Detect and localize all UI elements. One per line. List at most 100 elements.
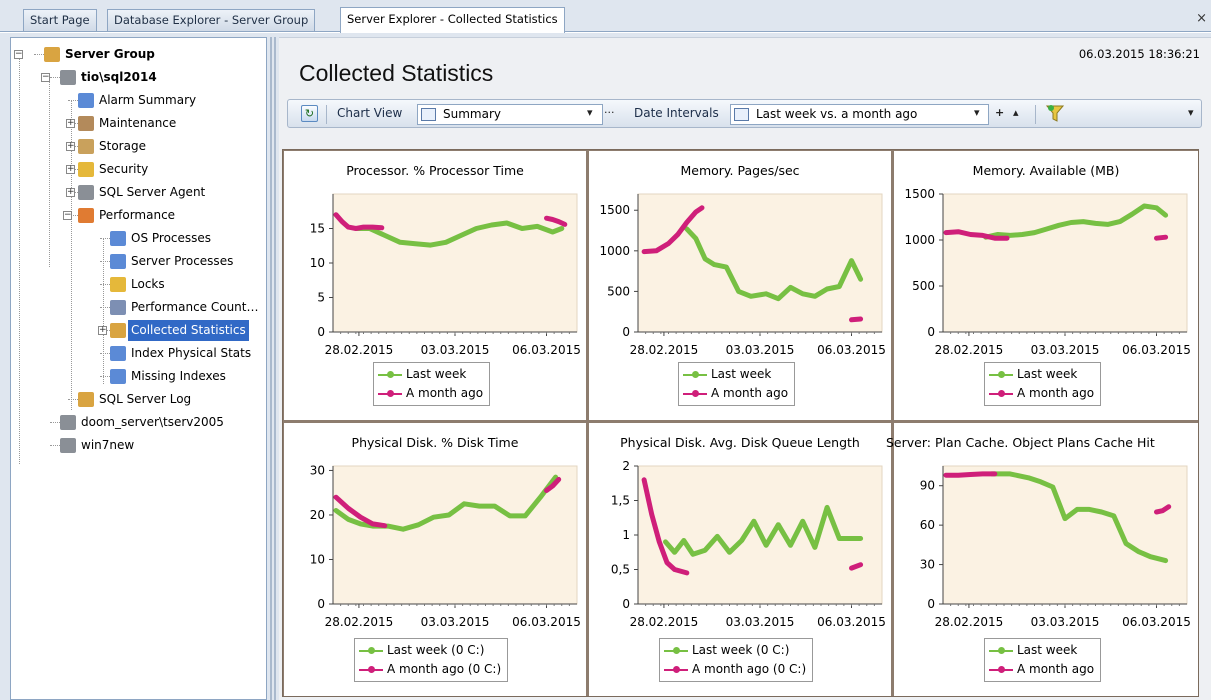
y-tick-label: 15	[310, 222, 325, 236]
move-up-button[interactable]: ▴	[1013, 106, 1019, 119]
chart-view-dropdown-icon[interactable]: ▾	[587, 106, 593, 119]
chart-legend: Last week A month ago	[984, 362, 1102, 406]
tree-item-performance[interactable]: − Performance	[11, 205, 266, 226]
server-tree-pane: − Server Group − tio\sql2014 Alarm Summary + M…	[10, 37, 267, 700]
pane-splitter[interactable]	[268, 37, 278, 700]
y-tick-label: 1,5	[611, 494, 630, 508]
collapse-icon[interactable]: −	[41, 73, 50, 82]
tree-item-storage[interactable]: + Storage	[11, 136, 266, 157]
legend-marker	[378, 390, 402, 397]
server-processes-icon	[110, 254, 126, 269]
tree-item-sql-server-agent[interactable]: + SQL Server Agent	[11, 182, 266, 203]
legend-marker	[359, 666, 383, 673]
legend-label: Last week (0 C:)	[387, 643, 485, 657]
x-tick-label: 28.02.2015	[935, 615, 1004, 629]
y-tick-label: 0,5	[611, 563, 630, 577]
x-tick-label: 03.03.2015	[1031, 615, 1100, 629]
chart-panel: Processor. % Processor Time 0 5 10 15 28.02.2…	[284, 151, 586, 420]
legend-item: A month ago	[378, 384, 483, 403]
toolbar-separator	[1035, 105, 1036, 124]
tree-item-alarm-summary[interactable]: Alarm Summary	[11, 90, 266, 111]
expand-icon[interactable]: +	[66, 165, 75, 174]
y-tick-label: 2	[622, 459, 630, 473]
tree-item-win7new[interactable]: win7new	[11, 435, 266, 456]
tree-item-label: Server Processes	[131, 254, 234, 268]
legend-item: Last week	[989, 365, 1094, 384]
tree-item-sql-server-log[interactable]: SQL Server Log	[11, 389, 266, 410]
add-interval-button[interactable]: +	[995, 106, 1004, 119]
tree-item-label: Alarm Summary	[99, 93, 197, 107]
tree-item-server-processes[interactable]: Server Processes	[11, 251, 266, 272]
server-log-icon	[78, 392, 94, 407]
collapse-icon[interactable]: −	[14, 50, 23, 59]
tree-item-locks[interactable]: Locks	[11, 274, 266, 295]
tree-item-index-physical-stats[interactable]: Index Physical Stats	[11, 343, 266, 364]
legend-label: Last week (0 C:)	[692, 643, 790, 657]
legend-marker	[989, 371, 1013, 378]
legend-label: Last week	[1017, 367, 1078, 381]
chart-legend: Last week A month ago	[678, 362, 796, 406]
date-intervals-dropdown-icon[interactable]: ▾	[974, 106, 980, 119]
expand-icon[interactable]: +	[66, 188, 75, 197]
tree-item-label: win7new	[81, 438, 135, 452]
chart-legend: Last week A month ago	[984, 638, 1102, 682]
y-tick-label: 1500	[599, 203, 630, 217]
tree-item-tio-sql2014[interactable]: − tio\sql2014	[11, 67, 266, 88]
tab-database-explorer[interactable]: Database Explorer - Server Group	[107, 9, 316, 32]
collapse-icon[interactable]: −	[63, 211, 72, 220]
y-tick-label: 90	[920, 479, 935, 493]
x-tick-label: 06.03.2015	[512, 615, 581, 629]
y-tick-label: 30	[920, 558, 935, 572]
date-intervals-value: Last week vs. a month ago	[756, 107, 918, 121]
storage-icon	[78, 139, 94, 154]
legend-item: Last week	[378, 365, 483, 384]
date-intervals-select[interactable]: Last week vs. a month ago	[730, 104, 989, 125]
tree-item-collected-statistics[interactable]: + Collected Statistics	[11, 320, 266, 341]
tree-item-label: Missing Indexes	[131, 369, 226, 383]
tree-item-label: SQL Server Log	[99, 392, 192, 406]
document-tab-strip: Start Page Database Explorer - Server Gr…	[0, 0, 1211, 33]
x-tick-label: 03.03.2015	[726, 615, 795, 629]
performance-icon	[78, 208, 94, 223]
legend-marker	[683, 371, 707, 378]
expand-icon[interactable]: +	[66, 142, 75, 151]
x-tick-label: 03.03.2015	[421, 615, 490, 629]
plot-area	[332, 465, 578, 605]
toolbar-options-dropdown-icon[interactable]: ▾	[1188, 106, 1194, 119]
tree-item-os-processes[interactable]: OS Processes	[11, 228, 266, 249]
legend-marker	[378, 371, 402, 378]
tab-start-page[interactable]: Start Page	[23, 9, 97, 32]
x-tick-label: 06.03.2015	[1122, 343, 1191, 357]
legend-label: A month ago	[406, 386, 484, 400]
expand-icon[interactable]: +	[66, 119, 75, 128]
close-tab-icon[interactable]: ×	[1196, 11, 1207, 26]
x-tick-label: 06.03.2015	[817, 343, 886, 357]
tree-item-server-group[interactable]: − Server Group	[11, 44, 266, 65]
refresh-button[interactable]: ↻	[301, 105, 318, 122]
tree-item-label: OS Processes	[131, 231, 212, 245]
tree-item-maintenance[interactable]: + Maintenance	[11, 113, 266, 134]
chart-panel: Server: Plan Cache. Object Plans Cache H…	[886, 423, 1198, 696]
tree-item-security[interactable]: + Security	[11, 159, 266, 180]
y-tick-label: 1500	[904, 187, 935, 201]
legend-item: Last week (0 C:)	[359, 641, 501, 660]
tree-item-label: Server Group	[65, 47, 155, 61]
legend-label: A month ago (0 C:)	[692, 662, 807, 676]
os-processes-icon	[110, 231, 126, 246]
y-tick-label: 5	[317, 291, 325, 305]
tree-item-performance-count[interactable]: Performance Count…	[11, 297, 266, 318]
legend-item: A month ago	[683, 384, 788, 403]
tree-item-doom-server-tserv2005[interactable]: doom_server\tserv2005	[11, 412, 266, 433]
chart-view-more-button[interactable]: ···	[604, 106, 615, 119]
chart-view-select[interactable]: Summary	[417, 104, 603, 125]
tab-server-explorer-collected-statistics[interactable]: Server Explorer - Collected Statistics	[340, 7, 565, 33]
tree-item-missing-indexes[interactable]: Missing Indexes	[11, 366, 266, 387]
tab-strip-baseline	[0, 31, 1211, 33]
chart-panel: Physical Disk. Avg. Disk Queue Length 0 0,…	[589, 423, 891, 696]
expand-icon[interactable]: +	[98, 326, 107, 335]
x-tick-label: 28.02.2015	[630, 615, 699, 629]
x-tick-label: 28.02.2015	[325, 343, 394, 357]
legend-label: A month ago (0 C:)	[387, 662, 502, 676]
missing-indexes-icon	[110, 369, 126, 384]
filter-icon[interactable]	[1045, 104, 1065, 123]
